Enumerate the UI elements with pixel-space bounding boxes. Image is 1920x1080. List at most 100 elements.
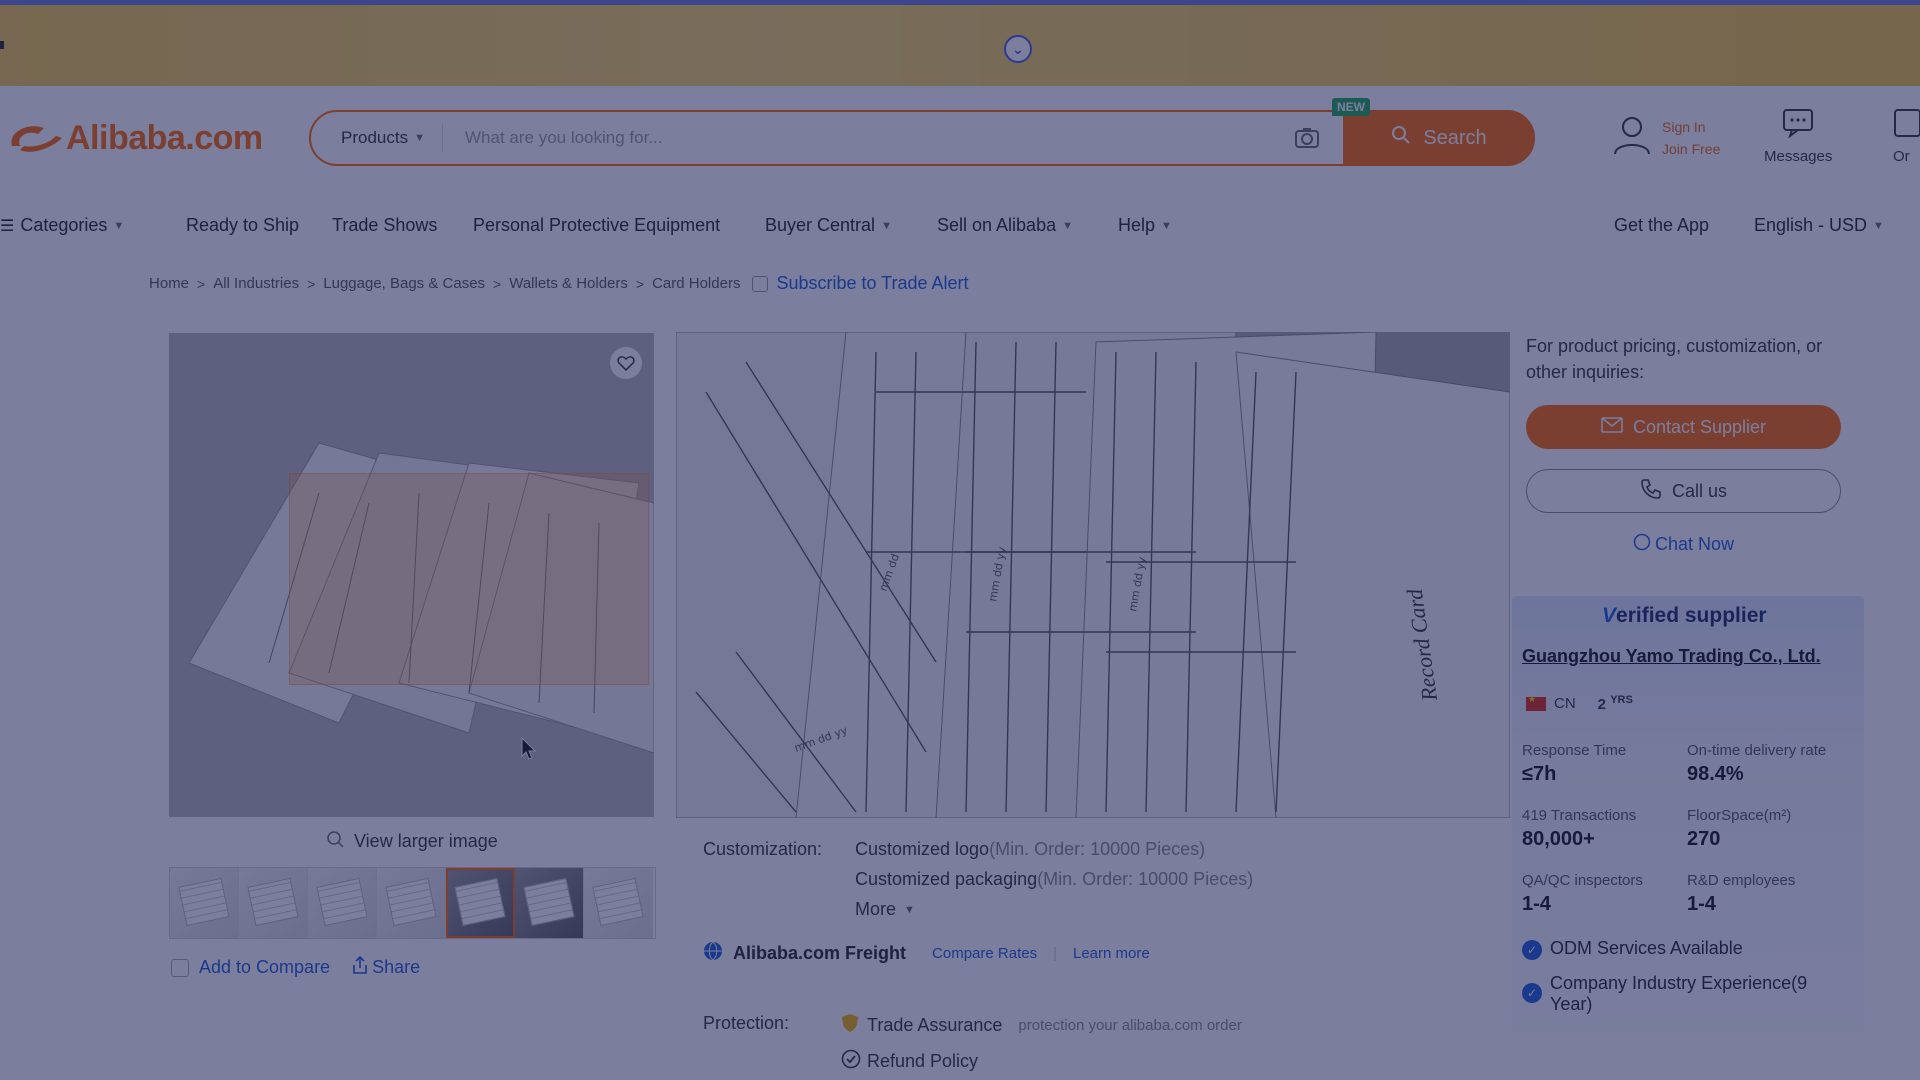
call-us-button[interactable]: Call us: [1526, 469, 1841, 513]
years-unit: YRS: [1610, 694, 1633, 706]
compare-share-row: Add to Compare Share: [171, 955, 421, 979]
thumbnail-preview: [247, 877, 299, 927]
breadcrumb-separator: >: [635, 275, 645, 292]
nav-sell-on-alibaba[interactable]: Sell on Alibaba ▼: [937, 215, 1073, 236]
chevron-down-icon[interactable]: ⌄: [1004, 35, 1032, 63]
thumbnail-preview: [454, 877, 506, 927]
compare-checkbox[interactable]: [171, 958, 189, 977]
main-nav: ☰ Categories ▼ Ready to Ship Trade Shows…: [0, 205, 1920, 245]
product-main-image[interactable]: [169, 333, 654, 817]
china-flag-icon: [1526, 694, 1546, 711]
orders-button[interactable]: Or: [1893, 108, 1920, 165]
chevron-down-icon: ▼: [1873, 219, 1884, 232]
more-options-link[interactable]: More ▼: [855, 899, 915, 920]
breadcrumb-link[interactable]: Home: [149, 275, 189, 292]
nav-get-app[interactable]: Get the App: [1614, 215, 1709, 236]
nav-categories-label: Categories: [20, 215, 108, 235]
mouse-cursor-icon: [521, 736, 537, 766]
learn-more-link[interactable]: Learn more: [1073, 945, 1150, 962]
call-us-label: Call us: [1671, 480, 1728, 501]
join-free-link[interactable]: Join Free: [1662, 141, 1720, 157]
stat-value: ≤7h: [1522, 763, 1557, 785]
refund-policy-row[interactable]: Refund Policy: [841, 1049, 978, 1074]
sign-in-link[interactable]: Sign In: [1662, 119, 1720, 135]
search-input[interactable]: [443, 128, 1293, 148]
custom-logo-label: Customized logo: [855, 839, 990, 859]
contact-supplier-label: Contact Supplier: [1632, 416, 1767, 437]
breadcrumb-link[interactable]: All Industries: [213, 275, 299, 292]
chat-now-link[interactable]: Chat Now: [1633, 533, 1734, 556]
messages-label: Messages: [1764, 148, 1833, 165]
compare-rates-link[interactable]: Compare Rates: [932, 945, 1037, 962]
product-detail-image[interactable]: mm dd mm dd yy mm dd yy mm dd yy Record …: [676, 332, 1510, 818]
nav-buyer-central[interactable]: Buyer Central ▼: [765, 215, 892, 236]
custom-packaging-label: Customized packaging: [855, 869, 1038, 889]
share-label: Share: [372, 957, 421, 977]
freight-name: Alibaba.com Freight: [733, 943, 907, 963]
nav-ppe[interactable]: Personal Protective Equipment: [473, 215, 720, 236]
supplier-origin: CN 2 YRS: [1526, 694, 1633, 713]
user-icon: [1612, 114, 1652, 161]
nav-item-label: Sell on Alibaba: [937, 215, 1057, 235]
customization-label: Customization:: [703, 839, 823, 859]
trade-assurance-desc: protection your alibaba.com order: [1018, 1017, 1242, 1034]
contact-supplier-button[interactable]: Contact Supplier: [1526, 405, 1841, 449]
orders-icon: [1893, 108, 1920, 142]
stat-value: 270: [1687, 828, 1721, 850]
country-code: CN: [1554, 695, 1576, 712]
verified-check-icon: ✓: [1522, 940, 1542, 960]
messages-button[interactable]: Messages: [1764, 108, 1832, 165]
breadcrumb-link[interactable]: Card Holders: [652, 275, 740, 292]
new-badge: NEW: [1332, 98, 1370, 116]
alibaba-logo[interactable]: Alibaba.com: [4, 116, 263, 160]
zoom-lens: [289, 473, 649, 685]
thumbnail[interactable]: [239, 868, 308, 938]
breadcrumb-separator: >: [493, 275, 502, 292]
promo-banner[interactable]: ⌄: [0, 0, 1920, 86]
chat-icon: [1633, 533, 1651, 556]
subscribe-trade-alert[interactable]: Subscribe to Trade Alert: [752, 273, 969, 294]
trade-assurance-row[interactable]: Trade Assurance protection your alibaba.…: [841, 1013, 1242, 1038]
company-name-link[interactable]: Guangzhou Yamo Trading Co., Ltd.: [1522, 646, 1821, 667]
stat-value: 98.4%: [1687, 763, 1744, 785]
add-to-compare[interactable]: Add to Compare: [171, 957, 330, 978]
nav-ready-to-ship[interactable]: Ready to Ship: [186, 215, 299, 236]
breadcrumb-link[interactable]: Wallets & Holders: [509, 275, 628, 292]
thumbnail[interactable]: [377, 868, 446, 938]
chevron-down-icon: ▼: [1161, 219, 1172, 232]
nav-trade-shows[interactable]: Trade Shows: [332, 215, 437, 236]
subscribe-label: Subscribe to Trade Alert: [776, 273, 969, 293]
thumbnail[interactable]: [584, 868, 653, 938]
thumbnail-selected[interactable]: [446, 868, 515, 938]
camera-icon[interactable]: [1293, 124, 1321, 152]
thumbnail[interactable]: [170, 868, 239, 938]
nav-categories[interactable]: ☰ Categories ▼: [0, 215, 124, 236]
share-button[interactable]: Share: [352, 955, 421, 979]
verified-mark: V: [1602, 604, 1617, 627]
search-button[interactable]: Search: [1343, 110, 1535, 166]
thumbnail-preview: [523, 877, 575, 927]
share-icon: [352, 955, 368, 979]
feature-odm: ✓ ODM Services Available: [1522, 938, 1743, 960]
record-card-photo: mm dd mm dd yy mm dd yy mm dd yy: [676, 332, 1510, 818]
chat-now-label: Chat Now: [1655, 534, 1735, 554]
language-currency-select[interactable]: English - USD ▼: [1754, 215, 1884, 236]
account-menu[interactable]: Sign In Join Free: [1612, 114, 1720, 161]
supplier-card: Verified supplier Guangzhou Yamo Trading…: [1512, 596, 1864, 1032]
view-larger-image[interactable]: View larger image: [326, 830, 498, 853]
favorite-heart-icon[interactable]: [610, 347, 642, 379]
thumbnail-preview: [385, 877, 437, 927]
thumbnail[interactable]: [308, 868, 377, 938]
promo-mark: [0, 41, 4, 49]
custom-packaging-min-order: (Min. Order: 10000 Pieces): [1037, 869, 1254, 889]
custom-logo-min-order: (Min. Order: 10000 Pieces): [989, 839, 1206, 859]
breadcrumb-link[interactable]: Luggage, Bags & Cases: [323, 275, 485, 292]
search-type-select[interactable]: Products ▼: [311, 123, 443, 153]
thumbnail[interactable]: [515, 868, 584, 938]
custom-logo-option: Customized logo(Min. Order: 10000 Pieces…: [855, 839, 1205, 860]
nav-help[interactable]: Help ▼: [1118, 215, 1172, 236]
subscribe-checkbox[interactable]: [752, 275, 769, 292]
custom-packaging-option: Customized packaging(Min. Order: 10000 P…: [855, 869, 1253, 890]
logo-text: Alibaba.com: [66, 118, 263, 157]
stat-label: Response Time: [1522, 742, 1627, 759]
